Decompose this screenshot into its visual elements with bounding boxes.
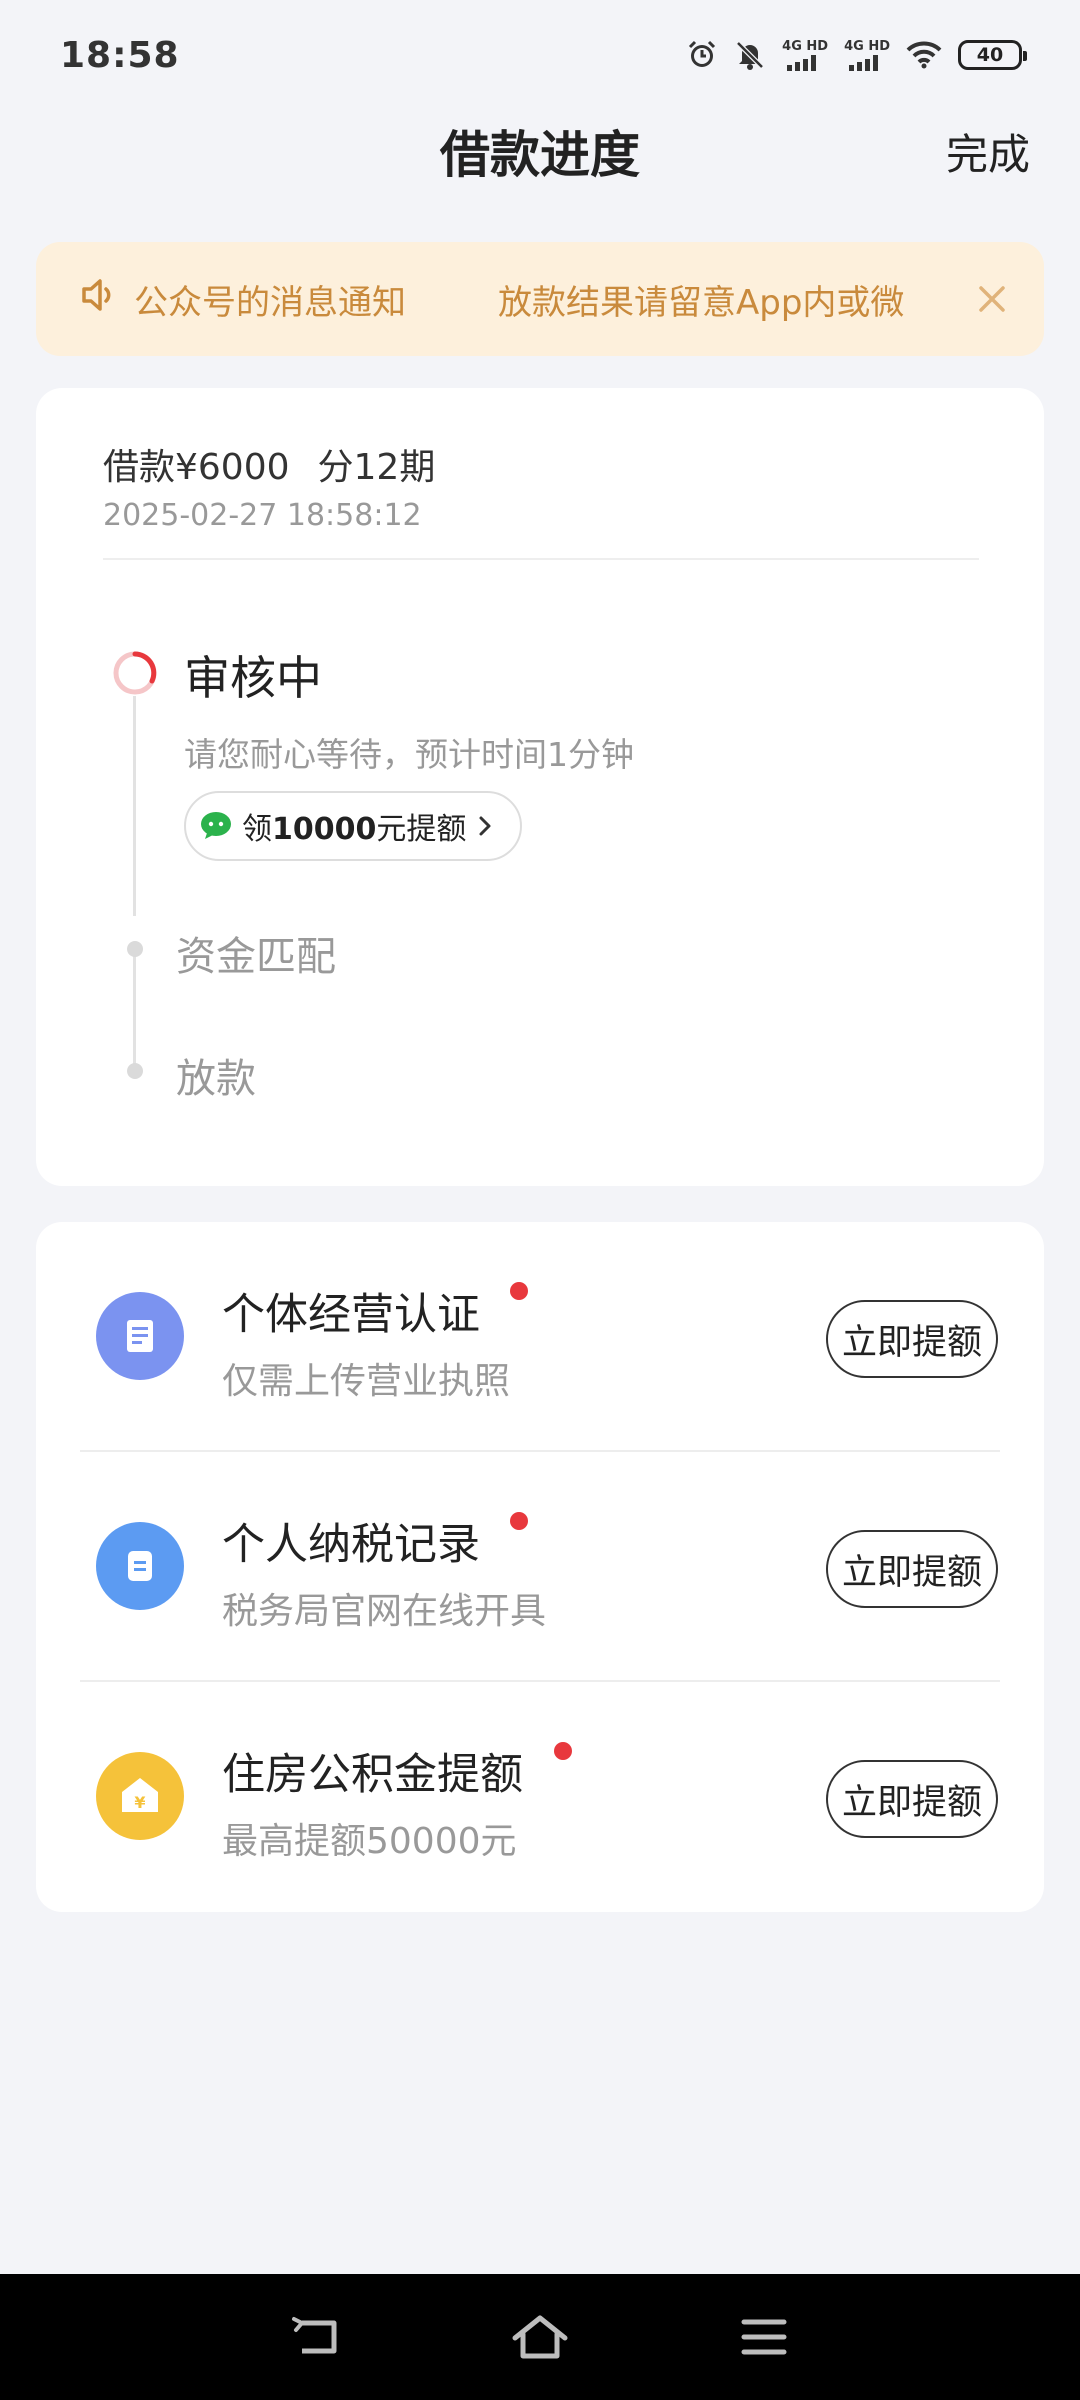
chip-suffix: 元提额 <box>376 812 467 847</box>
step-reviewing: 审核中 <box>184 651 322 705</box>
tax-record-icon <box>96 1522 184 1610</box>
timeline-line <box>133 696 136 916</box>
signal-icon: 4G HD <box>782 40 828 71</box>
menu-icon[interactable] <box>732 2305 796 2369</box>
loan-amount: 借款¥6000 <box>103 447 290 488</box>
bell-muted-icon <box>734 39 766 71</box>
wechat-icon <box>201 812 231 839</box>
status-icons: 4G HD 4G HD 40 <box>686 39 1027 71</box>
boost-now-button[interactable]: 立即提额 <box>826 1530 998 1608</box>
offer-title: 个体经营认证 <box>222 1290 480 1340</box>
home-icon[interactable] <box>508 2305 572 2369</box>
svg-text:¥: ¥ <box>134 1793 145 1812</box>
notice-text: 公众号的消息通知 放款结果请留意App内或微 <box>134 275 950 324</box>
network-label: 4G HD <box>844 38 890 54</box>
offer-item-housing-fund: ¥ 住房公积金提额 最高提额50000元 立即提额 <box>36 1682 1044 1912</box>
status-time: 18:58 <box>60 34 180 76</box>
step-description: 请您耐心等待，预计时间1分钟 <box>184 735 634 774</box>
credit-offers-card: 个体经营认证 仅需上传营业执照 立即提额 个人纳税记录 税务局官网在线开具 立即… <box>36 1222 1044 1912</box>
alarm-icon <box>686 39 718 71</box>
divider <box>103 558 979 560</box>
credit-boost-chip[interactable]: 领10000元提额 <box>184 791 523 861</box>
chip-amount: 10000 <box>272 812 377 847</box>
speaker-icon <box>80 277 120 322</box>
offer-subtitle: 税务局官网在线开具 <box>222 1591 547 1632</box>
loan-progress-card: 借款¥6000 分12期 2025-02-27 18:58:12 审核中 请您耐心… <box>36 388 1044 1186</box>
red-dot-badge <box>554 1742 572 1760</box>
chip-prefix: 领 <box>242 812 272 847</box>
document-icon <box>96 1292 184 1380</box>
offer-item-business: 个体经营认证 仅需上传营业执照 立即提额 <box>36 1222 1044 1452</box>
notice-segment: 放款结果请留意App内或微 <box>498 282 905 323</box>
status-bar: 18:58 4G HD 4G HD 40 <box>0 0 1080 110</box>
network-label: 4G HD <box>782 38 829 54</box>
red-dot-badge <box>510 1282 528 1300</box>
step-disbursement: 放款 <box>176 1056 256 1102</box>
offer-subtitle: 仅需上传营业执照 <box>222 1361 511 1402</box>
battery-level: 40 <box>976 44 1004 66</box>
chip-text: 领10000元提额 <box>242 804 466 848</box>
loan-datetime: 2025-02-27 18:58:12 <box>103 498 422 533</box>
offer-subtitle: 最高提额50000元 <box>222 1821 517 1862</box>
notice-segment: 公众号的消息通知 <box>134 282 406 323</box>
system-nav-bar <box>0 2274 1080 2400</box>
close-icon[interactable] <box>970 277 1014 321</box>
wifi-icon <box>906 41 942 69</box>
done-button[interactable]: 完成 <box>946 110 1030 200</box>
timeline-dot <box>127 941 143 957</box>
step-fund-matching: 资金匹配 <box>176 934 336 980</box>
chevron-right-icon <box>479 816 491 836</box>
offer-title: 住房公积金提额 <box>222 1750 523 1800</box>
loan-term: 分12期 <box>317 447 436 488</box>
boost-now-button[interactable]: 立即提额 <box>826 1300 998 1378</box>
loan-summary: 借款¥6000 分12期 <box>103 438 435 490</box>
housing-fund-icon: ¥ <box>96 1752 184 1840</box>
timeline-dot <box>127 1063 143 1079</box>
page-title: 借款进度 <box>440 126 640 184</box>
boost-now-button[interactable]: 立即提额 <box>826 1760 998 1838</box>
red-dot-badge <box>510 1512 528 1530</box>
back-icon[interactable] <box>284 2305 348 2369</box>
notice-banner: 公众号的消息通知 放款结果请留意App内或微 <box>36 242 1044 356</box>
battery-icon: 40 <box>958 40 1027 70</box>
offer-title: 个人纳税记录 <box>222 1520 480 1570</box>
nav-bar: 借款进度 完成 <box>0 110 1080 200</box>
loading-ring-icon <box>113 651 157 695</box>
signal-icon: 4G HD <box>844 40 890 71</box>
timeline-line <box>133 953 136 1065</box>
offer-item-tax: 个人纳税记录 税务局官网在线开具 立即提额 <box>36 1452 1044 1682</box>
